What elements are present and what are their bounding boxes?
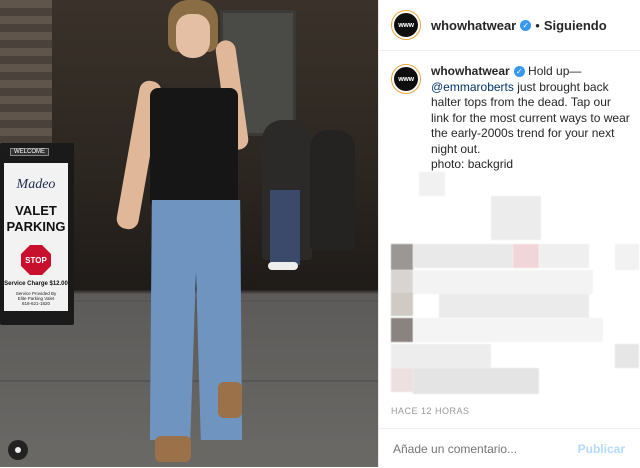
caption-text: whowhatwear ✓ Hold up—@emmaroberts just b… (431, 64, 631, 173)
post-header: www whowhatwear ✓ • Siguiendo (379, 0, 640, 51)
caption-avatar[interactable]: www (391, 64, 421, 94)
blur-block (413, 368, 539, 394)
sign-charge-text: Service Charge $12.00 (4, 281, 68, 287)
sign-parking-line: PARKING (6, 219, 66, 234)
mention-link[interactable]: @emmaroberts (431, 80, 514, 94)
sign-valet-text: VALET PARKING (4, 203, 68, 235)
comment-bar: Publicar (379, 428, 640, 468)
instagram-post-modal: WELCOME Madeo VALET PARKING STOP Service… (0, 0, 640, 467)
post-side-panel: www whowhatwear ✓ • Siguiendo www whowha… (378, 0, 640, 467)
background-person-legs (270, 190, 300, 265)
avatar-logo: www (394, 13, 418, 37)
subject-left-shoe (155, 436, 191, 462)
blur-block (491, 196, 541, 240)
blur-block (615, 344, 639, 368)
sign-welcome-text: WELCOME (10, 148, 50, 156)
comment-input[interactable] (391, 440, 565, 457)
user-tag-icon[interactable] (8, 440, 28, 460)
background-person (310, 130, 355, 250)
subject-face (176, 14, 210, 58)
sign-panel: Madeo VALET PARKING STOP Service Charge … (4, 163, 68, 311)
verified-badge-icon: ✓ (513, 66, 525, 78)
subject-right-shoe (218, 382, 242, 418)
stop-sign-icon: STOP (21, 245, 51, 275)
post-caption: www whowhatwear ✓ Hold up—@emmaroberts ju… (391, 64, 631, 173)
blur-block (391, 292, 413, 316)
subject-halter-top (150, 88, 238, 206)
verified-badge-icon: ✓ (520, 19, 532, 31)
account-name-link[interactable]: whowhatwear (431, 18, 516, 33)
blur-block (391, 270, 413, 292)
sign-valet-line: VALET (15, 203, 57, 218)
caption-photo-credit: photo: backgrid (431, 157, 514, 171)
blur-block (615, 244, 639, 270)
background-sneaker (268, 262, 298, 270)
blur-block (413, 270, 593, 294)
sign-brand-text: Madeo (16, 177, 56, 192)
blur-block (513, 244, 539, 268)
avatar-logo: www (394, 67, 418, 91)
following-button[interactable]: Siguiendo (544, 18, 607, 33)
sign-fine-print: Service Provided By Elite Parking Valet … (4, 291, 68, 306)
account-avatar[interactable]: www (391, 10, 421, 40)
blur-block (413, 318, 603, 342)
blur-block (413, 244, 513, 268)
blur-block (439, 294, 589, 318)
header-separator: • (535, 17, 540, 33)
blur-block (391, 244, 413, 270)
blur-block (539, 244, 589, 268)
blur-block (391, 318, 413, 342)
blur-block (391, 368, 413, 392)
caption-intro: Hold up— (528, 64, 582, 78)
sign-fine-line: 818-621-1820 (21, 301, 51, 306)
valet-sign: WELCOME Madeo VALET PARKING STOP Service… (0, 143, 74, 325)
blur-block (419, 172, 445, 196)
publish-button[interactable]: Publicar (572, 441, 631, 457)
blur-block (391, 344, 491, 368)
post-photo[interactable]: WELCOME Madeo VALET PARKING STOP Service… (0, 0, 378, 467)
caption-username-link[interactable]: whowhatwear (431, 64, 510, 78)
post-timestamp: HACE 12 HORAS (391, 406, 470, 416)
